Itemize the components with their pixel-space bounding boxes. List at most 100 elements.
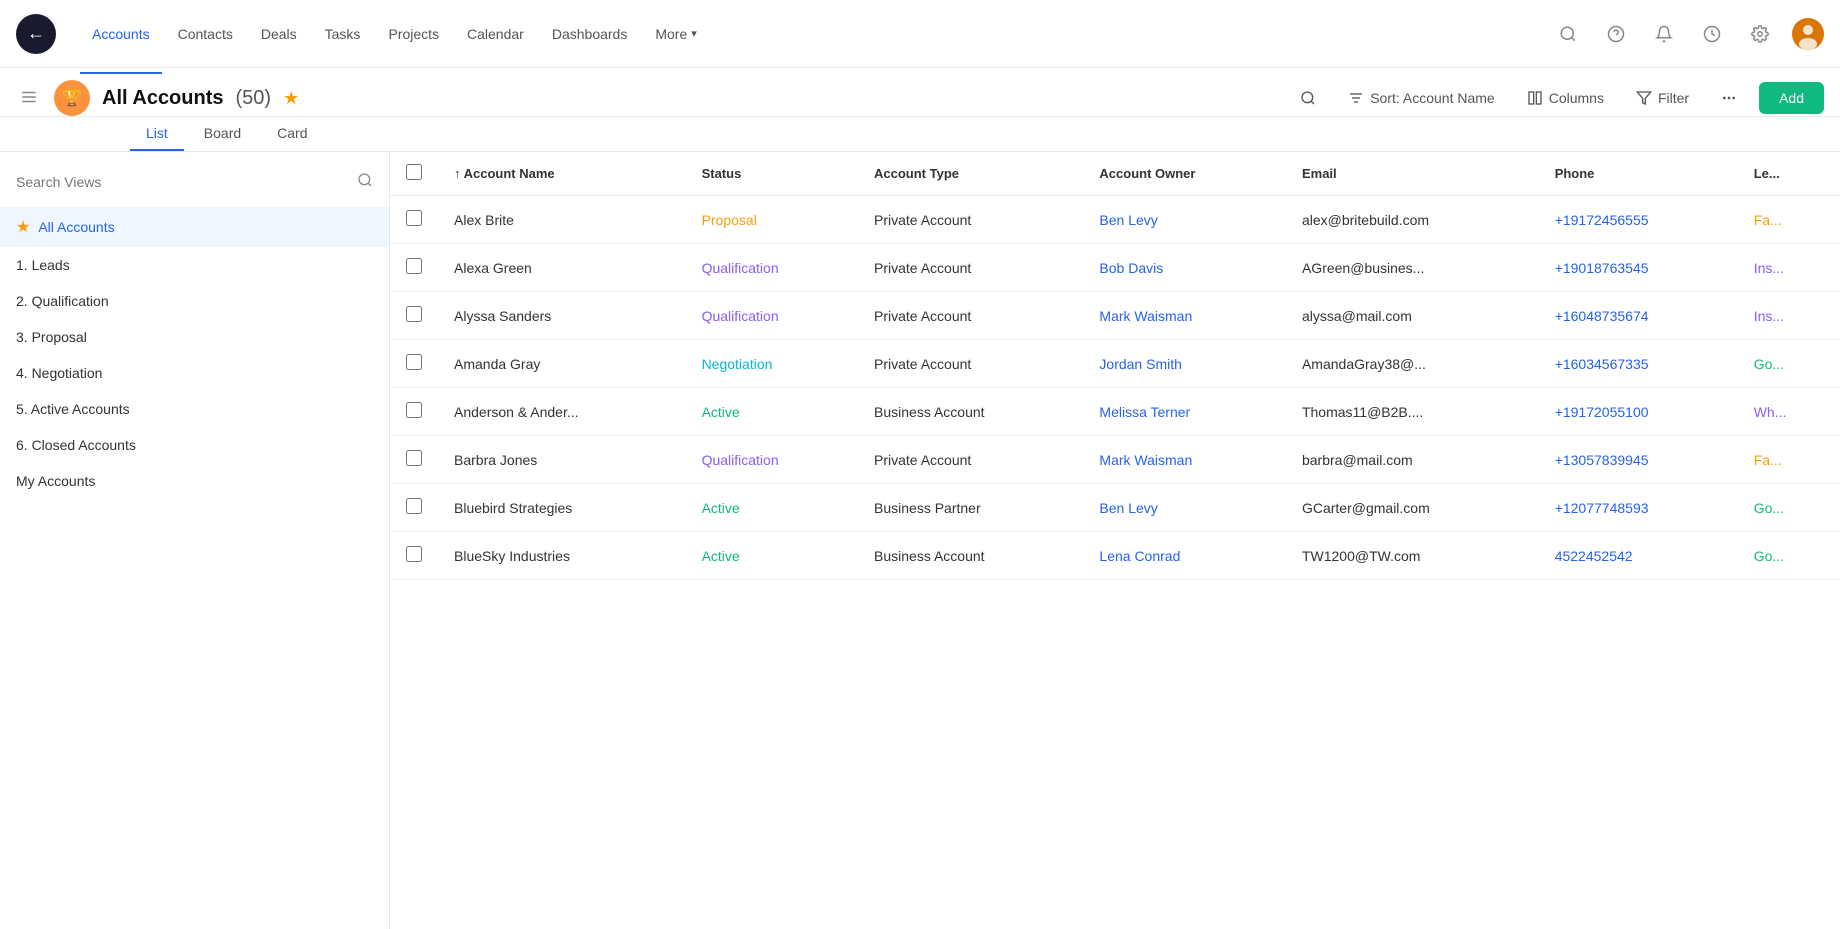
cell-phone: +19172456555 [1539,196,1738,244]
add-button[interactable]: Add [1759,82,1824,114]
select-all-checkbox[interactable] [406,164,422,180]
sort-action[interactable]: Sort: Account Name [1338,84,1505,112]
cell-email: AmandaGray38@... [1286,340,1539,388]
col-header-account_name[interactable]: ↑ Account Name [438,152,686,196]
columns-action[interactable]: Columns [1517,84,1614,112]
hamburger-menu[interactable] [16,84,42,113]
search-icon-btn[interactable] [1552,18,1584,50]
search-action[interactable] [1290,84,1326,112]
owner-link[interactable]: Ben Levy [1099,500,1157,516]
owner-link[interactable]: Jordan Smith [1099,356,1181,372]
row-select-checkbox[interactable] [406,306,422,322]
search-views-input[interactable] [16,174,357,190]
sidebar-item-label: All Accounts [38,219,114,235]
row-select-checkbox[interactable] [406,354,422,370]
nav-link-contacts[interactable]: Contacts [166,18,245,50]
phone-link[interactable]: +16048735674 [1555,308,1649,324]
lead-value: Ins... [1754,308,1784,324]
cell-account-owner: Ben Levy [1083,484,1286,532]
nav-link-deals[interactable]: Deals [249,18,309,50]
user-avatar[interactable] [1792,18,1824,50]
more-options[interactable] [1711,84,1747,112]
phone-link[interactable]: +19172456555 [1555,212,1649,228]
cell-status: Active [686,532,858,580]
table-row[interactable]: BlueSky IndustriesActiveBusiness Account… [390,532,1840,580]
help-icon-btn[interactable] [1600,18,1632,50]
status-badge: Active [702,500,740,516]
cell-account-name: Alyssa Sanders [438,292,686,340]
owner-link[interactable]: Ben Levy [1099,212,1157,228]
row-select-checkbox[interactable] [406,402,422,418]
owner-link[interactable]: Mark Waisman [1099,308,1192,324]
cell-lead: Ins... [1738,244,1840,292]
phone-link[interactable]: 4522452542 [1555,548,1633,564]
table-row[interactable]: Amanda GrayNegotiationPrivate AccountJor… [390,340,1840,388]
row-select-checkbox[interactable] [406,258,422,274]
cell-email: alex@britebuild.com [1286,196,1539,244]
phone-link[interactable]: +13057839945 [1555,452,1649,468]
nav-link-dashboards[interactable]: Dashboards [540,18,640,50]
history-icon-btn[interactable] [1696,18,1728,50]
columns-label: Columns [1549,90,1604,106]
nav-link-accounts[interactable]: Accounts [80,18,162,50]
sidebar-item-2[interactable]: 2. Qualification [0,283,389,319]
app-logo[interactable]: ← [16,14,56,54]
sidebar-item-7[interactable]: My Accounts [0,463,389,499]
cell-account-owner: Jordan Smith [1083,340,1286,388]
phone-link[interactable]: +16034567335 [1555,356,1649,372]
sidebar-item-label: 2. Qualification [16,293,109,309]
nav-more[interactable]: More▾ [643,18,708,50]
cell-status: Qualification [686,292,858,340]
phone-link[interactable]: +19172055100 [1555,404,1649,420]
table-row[interactable]: Bluebird StrategiesActiveBusiness Partne… [390,484,1840,532]
cell-lead: Go... [1738,340,1840,388]
search-views-icon[interactable] [357,172,373,191]
lead-value: Go... [1754,500,1784,516]
nav-link-projects[interactable]: Projects [376,18,451,50]
tab-list[interactable]: List [130,117,184,151]
phone-link[interactable]: +12077748593 [1555,500,1649,516]
tab-board[interactable]: Board [188,117,257,151]
table-row[interactable]: Anderson & Ander...ActiveBusiness Accoun… [390,388,1840,436]
settings-icon-btn[interactable] [1744,18,1776,50]
table-row[interactable]: Barbra JonesQualificationPrivate Account… [390,436,1840,484]
row-checkbox-2 [390,292,438,340]
row-select-checkbox[interactable] [406,498,422,514]
owner-link[interactable]: Melissa Terner [1099,404,1190,420]
status-badge: Negotiation [702,356,773,372]
sidebar-item-1[interactable]: 1. Leads [0,247,389,283]
cell-status: Proposal [686,196,858,244]
phone-link[interactable]: +19018763545 [1555,260,1649,276]
nav-link-tasks[interactable]: Tasks [313,18,373,50]
col-header-account_owner: Account Owner [1083,152,1286,196]
cell-account-name: BlueSky Industries [438,532,686,580]
tab-card[interactable]: Card [261,117,323,151]
lead-value: Fa... [1754,452,1782,468]
lead-value: Go... [1754,356,1784,372]
sidebar-item-5[interactable]: 5. Active Accounts [0,391,389,427]
status-badge: Qualification [702,308,779,324]
sidebar-item-4[interactable]: 4. Negotiation [0,355,389,391]
sidebar-item-3[interactable]: 3. Proposal [0,319,389,355]
status-badge: Active [702,404,740,420]
sidebar-item-6[interactable]: 6. Closed Accounts [0,427,389,463]
row-select-checkbox[interactable] [406,450,422,466]
accounts-count: (50) [236,87,272,110]
cell-email: GCarter@gmail.com [1286,484,1539,532]
owner-link[interactable]: Bob Davis [1099,260,1163,276]
row-select-checkbox[interactable] [406,546,422,562]
table-row[interactable]: Alexa GreenQualificationPrivate AccountB… [390,244,1840,292]
row-select-checkbox[interactable] [406,210,422,226]
owner-link[interactable]: Lena Conrad [1099,548,1180,564]
filter-action[interactable]: Filter [1626,84,1699,112]
table-row[interactable]: Alyssa SandersQualificationPrivate Accou… [390,292,1840,340]
sidebar-item-0[interactable]: ★All Accounts [0,207,389,247]
table-row[interactable]: Alex BriteProposalPrivate AccountBen Lev… [390,196,1840,244]
nav-link-calendar[interactable]: Calendar [455,18,536,50]
status-badge: Proposal [702,212,757,228]
bell-icon-btn[interactable] [1648,18,1680,50]
row-checkbox-7 [390,532,438,580]
table-area: ↑ Account NameStatusAccount TypeAccount … [390,152,1840,929]
owner-link[interactable]: Mark Waisman [1099,452,1192,468]
favorite-star[interactable]: ★ [283,88,299,109]
